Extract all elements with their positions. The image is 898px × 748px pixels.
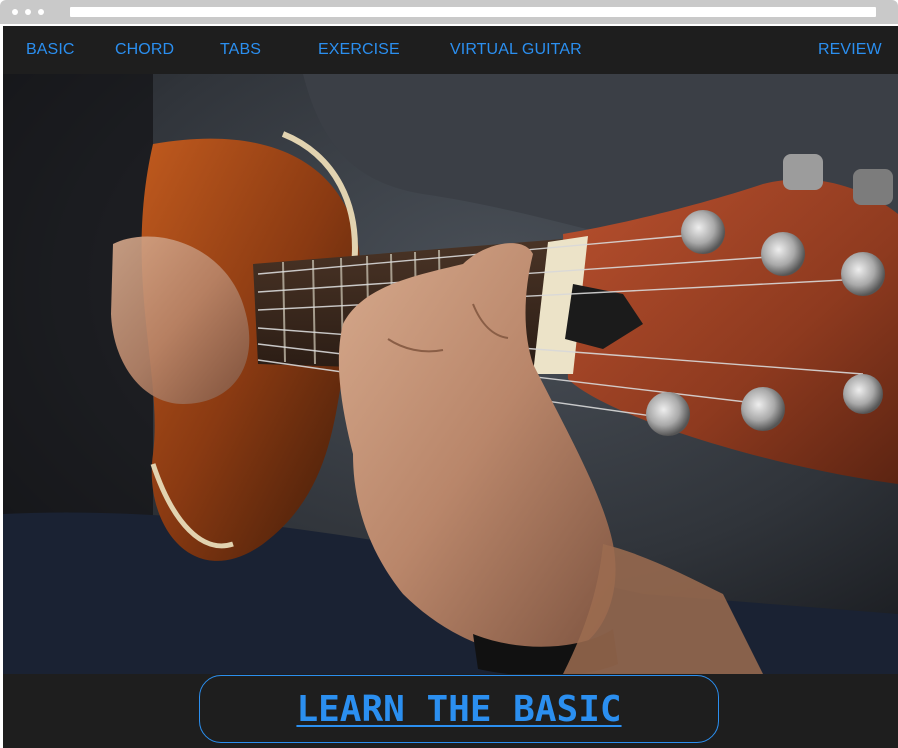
nav-item-chord[interactable]: CHORD [115,41,174,59]
window-control-dot[interactable] [38,9,44,15]
guitar-photo-illustration [3,74,898,674]
nav-item-review[interactable]: REVIEW [818,41,882,59]
learn-the-basic-button[interactable]: LEARN THE BASIC [199,675,719,743]
nav-item-tabs[interactable]: TABS [220,41,261,59]
app-content: BASIC CHORD TABS EXERCISE VIRTUAL GUITAR… [3,26,898,748]
address-bar[interactable] [70,7,876,17]
footer-bar: LEARN THE BASIC [3,674,898,748]
browser-window: BASIC CHORD TABS EXERCISE VIRTUAL GUITAR… [0,0,898,748]
nav-item-exercise[interactable]: EXERCISE [318,41,400,59]
top-nav: BASIC CHORD TABS EXERCISE VIRTUAL GUITAR… [3,26,898,74]
learn-the-basic-label[interactable]: LEARN THE BASIC [296,689,621,730]
hero-image-guitar-player [3,74,898,674]
browser-titlebar [0,0,898,24]
nav-item-virtual-guitar[interactable]: VIRTUAL GUITAR [450,41,582,59]
window-control-dot[interactable] [12,9,18,15]
window-control-dot[interactable] [25,9,31,15]
nav-item-basic[interactable]: BASIC [26,41,75,59]
